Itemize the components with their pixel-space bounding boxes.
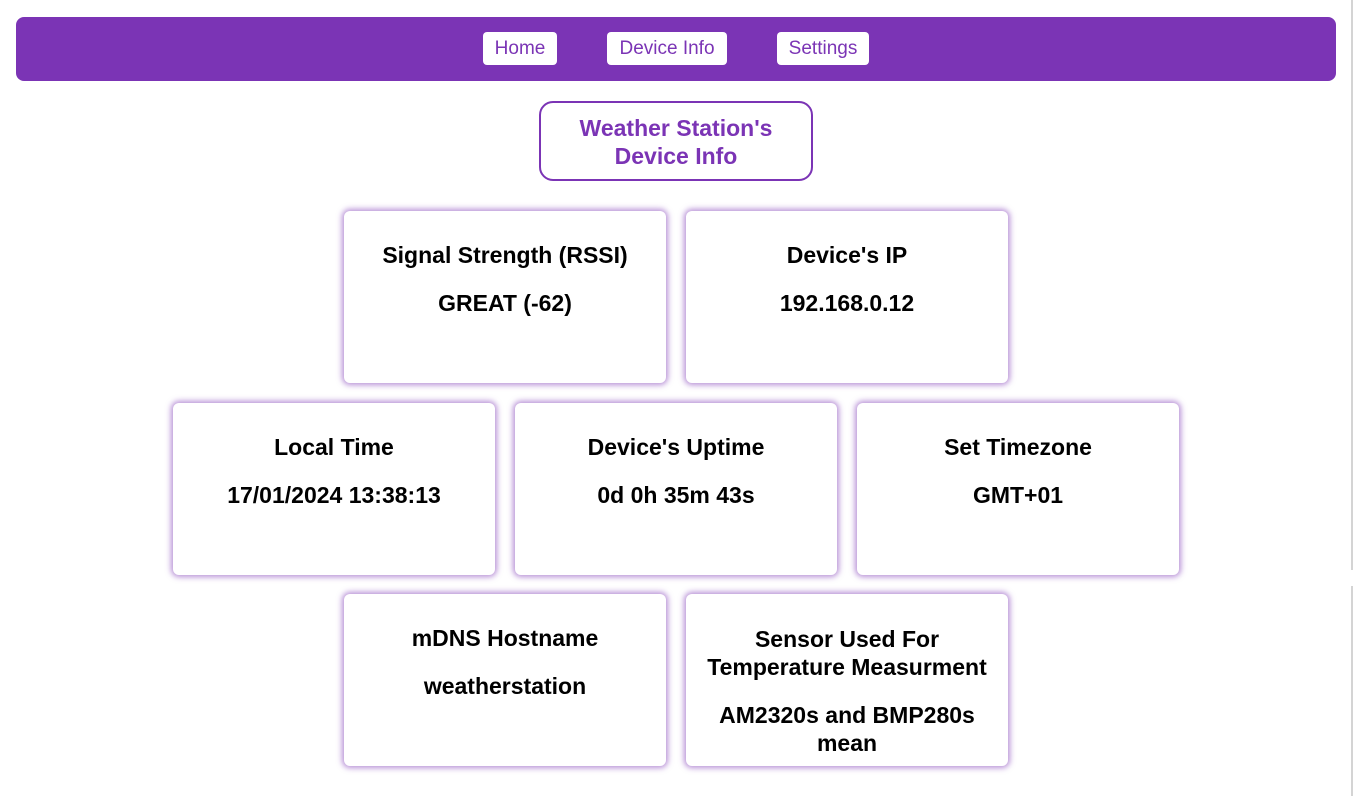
nav-device-info-button[interactable]: Device Info	[607, 32, 727, 65]
card-local-time: Local Time 17/01/2024 13:38:13	[173, 403, 495, 575]
card-value: AM2320s and BMP280s mean	[719, 702, 975, 756]
card-signal-strength: Signal Strength (RSSI) GREAT (-62)	[344, 211, 666, 383]
card-label: Device's IP	[786, 242, 908, 268]
top-navbar: Home Device Info Settings	[16, 17, 1336, 81]
card-value: GREAT (-62)	[438, 290, 572, 316]
nav-settings-button[interactable]: Settings	[777, 32, 869, 65]
card-label: Signal Strength (RSSI)	[382, 242, 628, 268]
page-title-line-2: Device Info	[614, 143, 738, 169]
card-value: 17/01/2024 13:38:13	[227, 482, 441, 508]
page: Home Device Info Settings Weather Statio…	[0, 0, 1353, 796]
card-label: Device's Uptime	[587, 434, 765, 460]
card-label: Local Time	[274, 434, 394, 460]
card-label: Set Timezone	[944, 434, 1092, 460]
card-device-uptime: Device's Uptime 0d 0h 35m 43s	[515, 403, 837, 575]
nav-home-button[interactable]: Home	[483, 32, 557, 65]
card-label: mDNS Hostname	[411, 625, 599, 651]
card-value: GMT+01	[972, 482, 1064, 508]
card-temperature-sensor: Sensor Used For Temperature Measurment A…	[686, 594, 1008, 766]
card-device-ip: Device's IP 192.168.0.12	[686, 211, 1008, 383]
card-mdns-hostname: mDNS Hostname weatherstation	[344, 594, 666, 766]
card-set-timezone: Set Timezone GMT+01	[857, 403, 1179, 575]
card-value: 0d 0h 35m 43s	[597, 482, 755, 508]
card-value: 192.168.0.12	[779, 290, 915, 316]
card-label: Sensor Used For Temperature Measurment	[707, 626, 987, 680]
page-title-line-1: Weather Station's	[579, 115, 773, 141]
card-value: weatherstation	[423, 673, 587, 699]
page-title: Weather Station's Device Info	[539, 101, 813, 181]
